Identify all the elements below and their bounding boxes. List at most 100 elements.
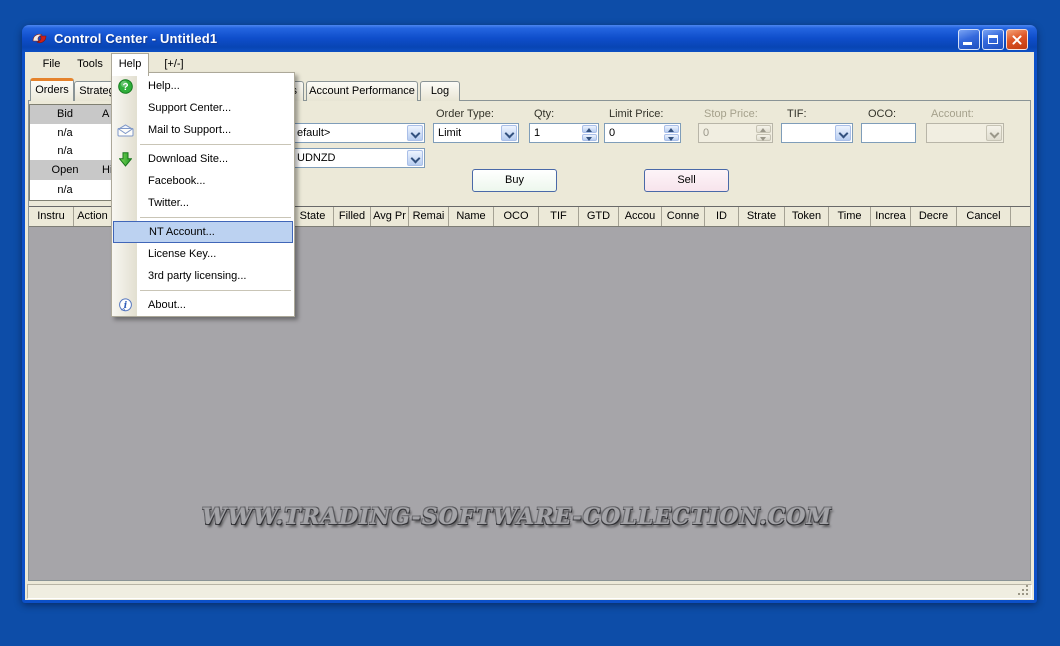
- column-header-conne[interactable]: Conne: [662, 207, 705, 226]
- column-header-decre[interactable]: Decre: [911, 207, 957, 226]
- menu-item-label: Mail to Support...: [138, 124, 231, 136]
- column-header-remai[interactable]: Remai: [409, 207, 449, 226]
- column-header-filler: [1011, 207, 1030, 226]
- window-title: Control Center - Untitled1: [54, 31, 217, 46]
- chevron-down-icon: [986, 125, 1002, 141]
- chevron-down-icon[interactable]: [407, 150, 423, 166]
- qty-spinner[interactable]: 1: [529, 123, 599, 143]
- resize-grip[interactable]: [1017, 584, 1030, 597]
- qty-value: 1: [534, 127, 540, 139]
- spin-up-icon: [756, 125, 771, 133]
- column-header-increa[interactable]: Increa: [871, 207, 911, 226]
- watermark: WWW.TRADING-SOFTWARE-COLLECTION.COM: [202, 504, 832, 530]
- info-icon: i: [113, 298, 138, 313]
- menu-item-mail-to-support[interactable]: Mail to Support...: [113, 119, 293, 141]
- menu-item-download-site[interactable]: Download Site...: [113, 148, 293, 170]
- spin-up-icon[interactable]: [664, 125, 679, 133]
- close-button[interactable]: [1006, 29, 1028, 50]
- menu-item-nt-account[interactable]: NT Account...: [113, 221, 293, 243]
- stop-price-spinner: 0: [698, 123, 773, 143]
- stop-price-label: Stop Price:: [704, 108, 758, 120]
- menu-item-twitter[interactable]: Twitter...: [113, 192, 293, 214]
- limit-price-spinner[interactable]: 0: [604, 123, 681, 143]
- menu-item-label: Support Center...: [138, 102, 231, 114]
- column-header-accou[interactable]: Accou: [619, 207, 662, 226]
- tab-log[interactable]: Log: [420, 81, 460, 101]
- svg-text:?: ?: [122, 82, 128, 93]
- column-header-cancel[interactable]: Cancel: [957, 207, 1011, 226]
- column-header-tif[interactable]: TIF: [539, 207, 579, 226]
- chevron-down-icon[interactable]: [501, 125, 517, 141]
- tif-label: TIF:: [787, 108, 807, 120]
- order-type-value: Limit: [438, 127, 461, 139]
- column-header-instru[interactable]: Instru: [29, 207, 74, 226]
- order-type-label: Order Type:: [436, 108, 494, 120]
- menu-item-license-key[interactable]: License Key...: [113, 243, 293, 265]
- menu-tools[interactable]: Tools: [70, 54, 110, 74]
- titlebar[interactable]: Control Center - Untitled1: [22, 25, 1037, 52]
- column-header-id[interactable]: ID: [705, 207, 739, 226]
- buy-button[interactable]: Buy: [472, 169, 557, 192]
- menu-item-label: Twitter...: [138, 197, 189, 209]
- desktop: Control Center - Untitled1 FileToolsHelp…: [0, 0, 1060, 646]
- minimize-icon: [963, 42, 972, 45]
- menu-item-support-center[interactable]: Support Center...: [113, 97, 293, 119]
- menu-item-facebook[interactable]: Facebook...: [113, 170, 293, 192]
- open-header: Open: [30, 160, 100, 180]
- account-combo: [926, 123, 1004, 143]
- menu-item-label: 3rd party licensing...: [138, 270, 246, 282]
- status-bar: [27, 584, 1032, 599]
- app-icon: [31, 30, 48, 47]
- column-header-oco[interactable]: OCO: [494, 207, 539, 226]
- menu-item-label: Help...: [138, 80, 180, 92]
- menu-item-help[interactable]: ? Help...: [113, 75, 293, 97]
- limit-price-value: 0: [609, 127, 615, 139]
- help-icon: ?: [113, 79, 138, 94]
- minimize-button[interactable]: [958, 29, 980, 50]
- bid-value: n/a: [30, 142, 100, 160]
- open-value: n/a: [30, 180, 100, 200]
- column-header-avg-pr[interactable]: Avg Pr: [371, 207, 409, 226]
- menu-separator: [140, 144, 291, 145]
- menu-item-label: Facebook...: [138, 175, 205, 187]
- menu-item-label: About...: [138, 299, 186, 311]
- maximize-button[interactable]: [982, 29, 1004, 50]
- column-header-action[interactable]: Action: [74, 207, 112, 226]
- chevron-down-icon[interactable]: [835, 125, 851, 141]
- oco-input[interactable]: [861, 123, 916, 143]
- mail-icon: [113, 124, 138, 137]
- menu-expand-collapse[interactable]: [+/-]: [153, 54, 195, 74]
- menu-item-label: Download Site...: [138, 153, 228, 165]
- tab-orders[interactable]: Orders: [30, 78, 74, 101]
- spin-down-icon: [756, 134, 771, 142]
- column-header-state[interactable]: State: [292, 207, 334, 226]
- window-controls: [958, 29, 1028, 50]
- menu-help[interactable]: Help: [111, 53, 149, 76]
- column-header-gtd[interactable]: GTD: [579, 207, 619, 226]
- column-header-time[interactable]: Time: [829, 207, 871, 226]
- bid-header: Bid: [30, 105, 100, 124]
- sell-button[interactable]: Sell: [644, 169, 729, 192]
- chevron-down-icon[interactable]: [407, 125, 423, 141]
- svg-text:i: i: [124, 301, 128, 311]
- spin-down-icon[interactable]: [664, 134, 679, 142]
- control-center-window: Control Center - Untitled1 FileToolsHelp…: [22, 25, 1037, 603]
- tab-account-performance[interactable]: Account Performance: [306, 81, 418, 101]
- column-header-strate[interactable]: Strate: [739, 207, 785, 226]
- spin-down-icon[interactable]: [582, 134, 597, 142]
- menu-item-label: NT Account...: [139, 226, 215, 238]
- column-header-name[interactable]: Name: [449, 207, 494, 226]
- help-menu: ? Help... Support Center... Mail to Support…: [111, 72, 295, 317]
- tif-combo[interactable]: [781, 123, 853, 143]
- menu-item-about[interactable]: i About...: [113, 294, 293, 316]
- menu-separator: [140, 217, 291, 218]
- download-icon: [113, 152, 138, 167]
- maximize-icon: [988, 35, 998, 44]
- spin-up-icon[interactable]: [582, 125, 597, 133]
- column-header-filled[interactable]: Filled: [334, 207, 371, 226]
- menu-file[interactable]: File: [33, 54, 70, 74]
- column-header-token[interactable]: Token: [785, 207, 829, 226]
- order-type-combo[interactable]: Limit: [433, 123, 519, 143]
- menu-item-3rd-party-licensing[interactable]: 3rd party licensing...: [113, 265, 293, 287]
- oco-label: OCO:: [868, 108, 896, 120]
